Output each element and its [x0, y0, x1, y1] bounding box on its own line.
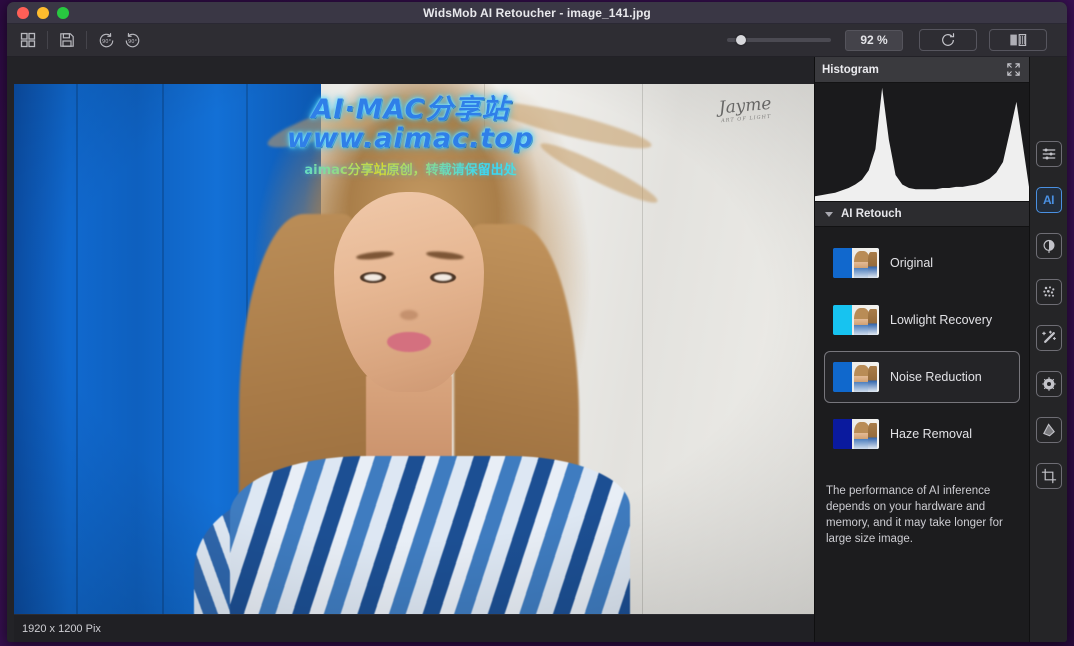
status-bar: 1920 x 1200 Pix: [14, 614, 814, 642]
ai-option-haze-removal[interactable]: Haze Removal: [824, 408, 1020, 460]
photo-signature: Jayme ART OF LIGHT: [718, 94, 773, 124]
zoom-slider-thumb[interactable]: [736, 35, 746, 45]
histogram-header: Histogram: [815, 57, 1029, 83]
ai-icon-label: AI: [1043, 193, 1055, 207]
compare-split-icon[interactable]: [989, 29, 1047, 51]
crop-icon[interactable]: [1035, 463, 1062, 489]
ai-option-noise-reduction[interactable]: Noise Reduction: [824, 351, 1020, 403]
refresh-icon[interactable]: [919, 29, 977, 51]
ai-option-label: Lowlight Recovery: [890, 313, 993, 327]
ai-option-thumbnail: [833, 362, 879, 392]
ai-option-label: Noise Reduction: [890, 370, 982, 384]
ai-option-thumbnail: [833, 419, 879, 449]
ai-option-label: Haze Removal: [890, 427, 972, 441]
save-icon[interactable]: [54, 28, 80, 52]
ai-option-label: Original: [890, 256, 934, 270]
desktop-backdrop: WidsMob AI Retoucher - image_141.jpg 90°…: [0, 0, 1074, 646]
expand-icon[interactable]: [1006, 62, 1022, 78]
window-controls[interactable]: [17, 6, 69, 19]
minimize-button[interactable]: [37, 6, 49, 19]
histogram-plot: [815, 87, 1029, 201]
window-title: WidsMob AI Retoucher - image_141.jpg: [423, 5, 651, 20]
grid-icon[interactable]: [15, 28, 41, 52]
lens-vignette-icon[interactable]: [1035, 371, 1062, 397]
magic-wand-icon[interactable]: [1035, 325, 1062, 351]
svg-text:90°: 90°: [127, 38, 136, 44]
tool-rail: AI: [1029, 57, 1067, 642]
zoom-slider[interactable]: [727, 28, 831, 52]
tone-contrast-icon[interactable]: [1035, 233, 1062, 259]
adjustments-sliders-icon[interactable]: [1035, 141, 1062, 167]
app-body: Jayme ART OF LIGHT AI·MAC分享站 www.aimac.t…: [7, 57, 1067, 642]
chevron-down-icon[interactable]: [825, 211, 833, 217]
zoom-level-value[interactable]: 92 %: [845, 29, 903, 51]
app-window: WidsMob AI Retoucher - image_141.jpg 90°…: [7, 2, 1067, 642]
thumb-bg: [833, 248, 853, 278]
title-bar: WidsMob AI Retoucher - image_141.jpg: [7, 2, 1067, 24]
image-dimensions-label: 1920 x 1200 Pix: [22, 622, 101, 635]
toolbar-divider-2: [86, 31, 87, 49]
tilt-shift-icon[interactable]: [1035, 417, 1062, 443]
histogram-chart: [815, 83, 1029, 201]
photo-vignette: [14, 84, 814, 614]
ai-retouch-header[interactable]: AI Retouch: [815, 201, 1029, 227]
rotate-right-90-icon[interactable]: 90°: [119, 28, 145, 52]
ai-icon[interactable]: AI: [1035, 187, 1062, 213]
noise-dots-icon[interactable]: [1035, 279, 1062, 305]
toolbar-divider-1: [47, 31, 48, 49]
ai-option-thumbnail: [833, 248, 879, 278]
inspector-panel: Histogram AI Retouch Original Lowlight R…: [814, 57, 1029, 642]
close-button[interactable]: [17, 6, 29, 19]
rotate-left-90-icon[interactable]: 90°: [93, 28, 119, 52]
histogram-title: Histogram: [822, 63, 879, 76]
ai-option-lowlight-recovery[interactable]: Lowlight Recovery: [824, 294, 1020, 346]
ai-retouch-note: The performance of AI inference depends …: [826, 485, 1003, 545]
ai-option-thumbnail: [833, 305, 879, 335]
ai-option-original[interactable]: Original: [824, 237, 1020, 289]
ai-retouch-title: AI Retouch: [841, 208, 902, 220]
maximize-button[interactable]: [57, 6, 69, 19]
svg-text:90°: 90°: [101, 38, 110, 44]
toolbar: 90° 90° 92 %: [7, 24, 1067, 57]
ai-retouch-list: Original Lowlight Recovery Noise Reducti…: [815, 227, 1029, 465]
canvas-area[interactable]: Jayme ART OF LIGHT AI·MAC分享站 www.aimac.t…: [7, 57, 814, 642]
photo-preview[interactable]: Jayme ART OF LIGHT: [14, 84, 814, 614]
